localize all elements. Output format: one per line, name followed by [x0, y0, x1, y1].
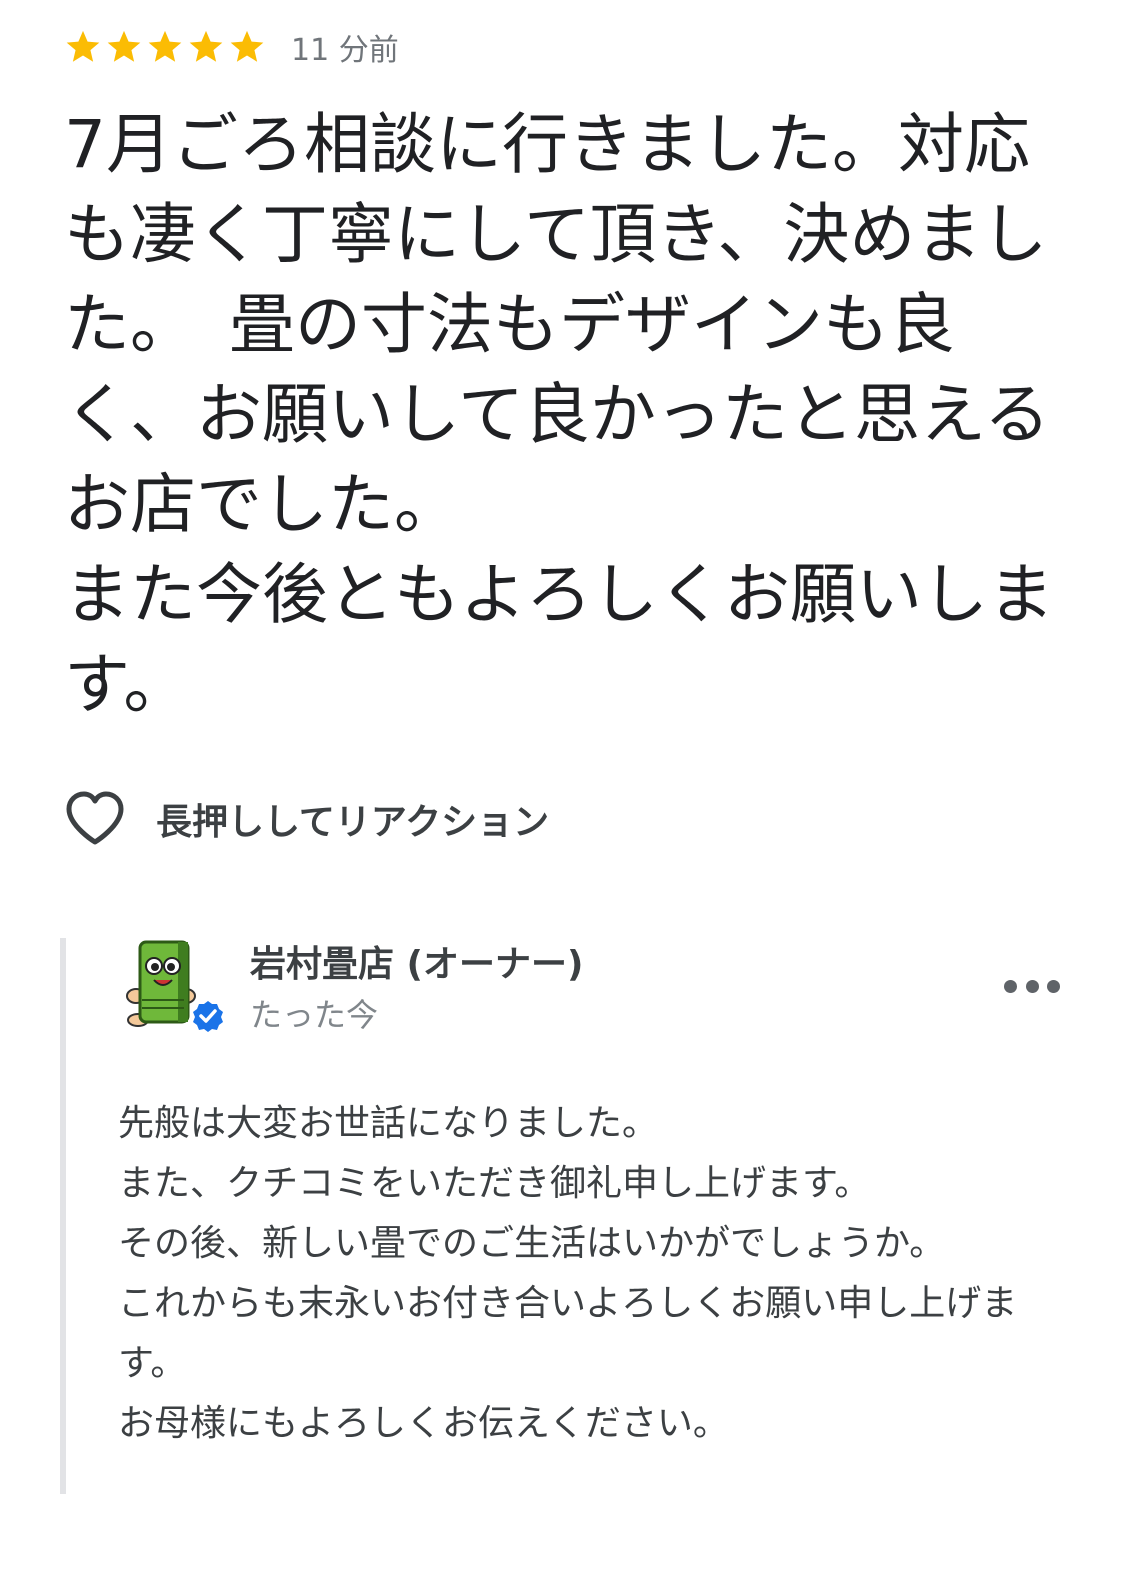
- owner-reply-time: たった今: [250, 996, 379, 1034]
- owner-meta: 岩村畳店 (オーナー) たった今: [250, 940, 583, 1038]
- rating-row: 11 分前: [64, 22, 1074, 72]
- reaction-button[interactable]: 長押ししてリアクション: [64, 788, 549, 850]
- owner-avatar[interactable]: [124, 938, 224, 1034]
- star-icon: [146, 28, 184, 66]
- reaction-label: 長押ししてリアクション: [156, 802, 550, 843]
- owner-reply-text: 先般は大変お世話になりました。 また、クチコミをいただき御礼申し上げます。 その…: [118, 1103, 1018, 1444]
- star-icon: [105, 28, 143, 66]
- owner-header: 岩村畳店 (オーナー) たった今: [124, 938, 583, 1038]
- review-text: 7月ごろ相談に行きました。対応も凄く丁寧にして頂き、決めました。 畳の寸法もデザ…: [64, 106, 1054, 723]
- star-icon: [228, 28, 266, 66]
- more-horizontal-icon[interactable]: [1004, 974, 1060, 998]
- review-time: 11 分前: [291, 33, 399, 68]
- heart-outline-icon[interactable]: [64, 790, 126, 848]
- review-card: 11 分前 7月ごろ相談に行きました。対応も凄く丁寧にして頂き、決めました。 畳…: [64, 22, 1074, 730]
- owner-name[interactable]: 岩村畳店 (オーナー): [250, 940, 583, 990]
- more-dot: [1004, 979, 1017, 993]
- owner-reply: 岩村畳店 (オーナー) たった今 先般は大変お世話になりました。 また、クチコミ…: [60, 938, 1066, 1494]
- star-rating: [64, 28, 269, 66]
- more-dot: [1025, 979, 1039, 993]
- verified-check-icon: [193, 1001, 223, 1032]
- more-dot: [1047, 979, 1060, 993]
- star-icon: [187, 28, 225, 66]
- star-icon: [64, 28, 102, 66]
